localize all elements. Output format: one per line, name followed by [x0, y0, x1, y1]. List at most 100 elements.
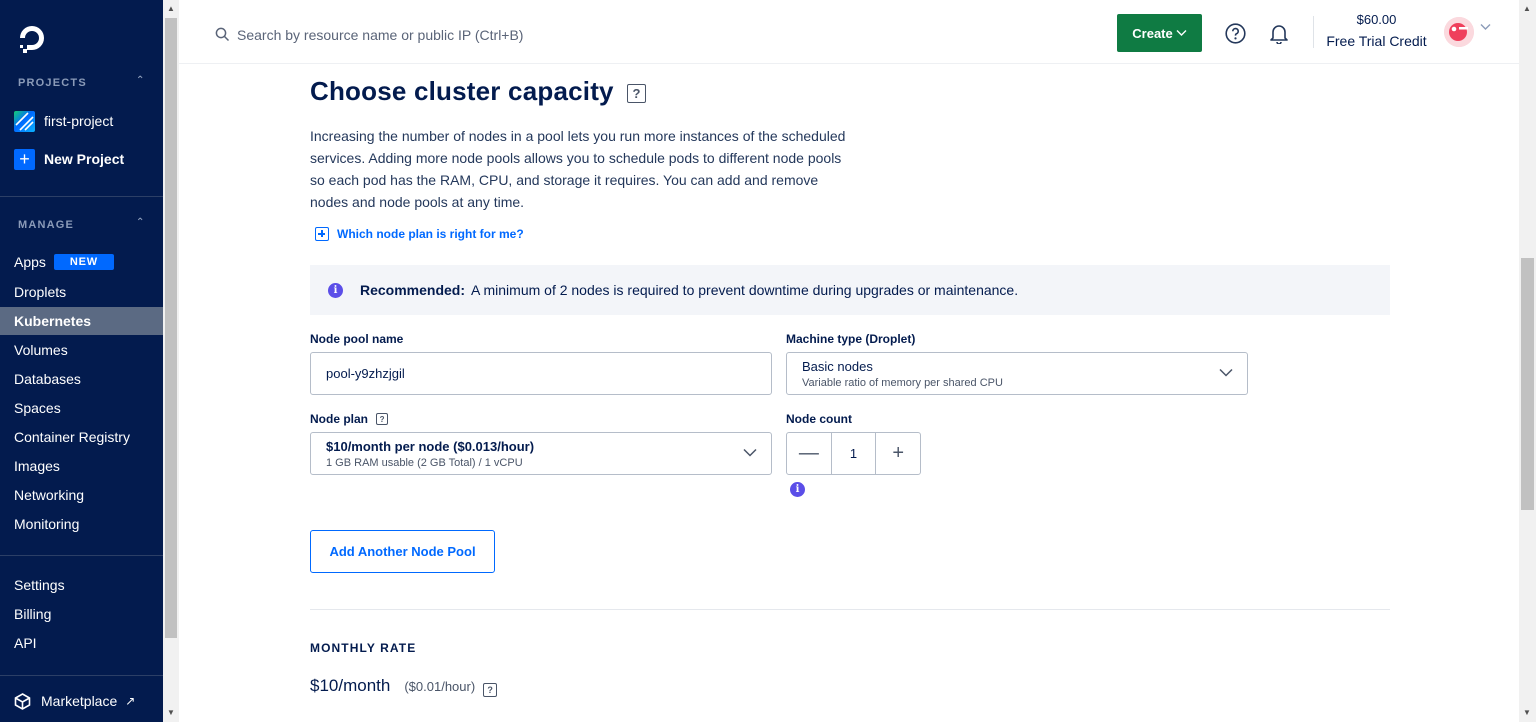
project-label: first-project	[44, 113, 114, 129]
sidebar-item-apps[interactable]: Apps NEW	[0, 248, 163, 276]
scroll-up-arrow-icon[interactable]: ▲	[167, 4, 175, 13]
sidebar-item-api[interactable]: API	[0, 629, 163, 657]
machine-type-subtext: Variable ratio of memory per shared CPU	[802, 377, 1003, 389]
marketplace-cube-icon	[14, 692, 31, 710]
info-icon[interactable]: i	[790, 482, 805, 497]
node-plan-label-group: Node plan ?	[310, 412, 389, 426]
sidebar-item-networking[interactable]: Networking	[0, 481, 163, 509]
which-plan-link[interactable]: Which node plan is right for me?	[315, 227, 524, 241]
create-label: Create	[1132, 25, 1173, 41]
sidebar-item-droplets[interactable]: Droplets	[0, 278, 163, 306]
sidebar-item-label: Monitoring	[14, 516, 80, 532]
help-tooltip-icon[interactable]: ?	[627, 84, 646, 103]
node-plan-value: $10/month per node ($0.013/hour)	[326, 439, 535, 454]
node-plan-select[interactable]: $10/month per node ($0.013/hour) 1 GB RA…	[310, 432, 772, 475]
sidebar-item-label: Spaces	[14, 400, 61, 416]
sidebar-item-label: Kubernetes	[14, 313, 92, 329]
expand-plus-icon	[315, 227, 329, 241]
sidebar-item-label: API	[14, 635, 37, 651]
avatar[interactable]	[1444, 17, 1474, 47]
search-icon	[215, 27, 230, 42]
chevron-up-icon[interactable]: ⌃	[136, 217, 146, 228]
sidebar-item-label: Images	[14, 458, 60, 474]
node-plan-subtext: 1 GB RAM usable (2 GB Total) / 1 vCPU	[326, 457, 523, 469]
node-count-value[interactable]: 1	[830, 433, 877, 474]
sidebar-item-label: Apps	[14, 254, 46, 270]
machine-type-label: Machine type (Droplet)	[786, 332, 916, 346]
which-plan-link-label: Which node plan is right for me?	[337, 227, 524, 241]
avatar-image	[1444, 17, 1474, 47]
sidebar-item-billing[interactable]: Billing	[0, 600, 163, 628]
scroll-up-arrow-icon[interactable]: ▲	[1523, 4, 1531, 13]
machine-type-select[interactable]: Basic nodes Variable ratio of memory per…	[786, 352, 1248, 395]
credit-amount: $60.00	[1356, 12, 1397, 27]
help-icon[interactable]	[1225, 23, 1246, 44]
chevron-up-icon[interactable]: ⌃	[136, 75, 146, 86]
project-stripes-icon	[14, 110, 35, 132]
projects-heading[interactable]: PROJECTS ⌃	[18, 75, 144, 89]
chevron-down-icon	[743, 448, 757, 457]
sidebar-item-label: Container Registry	[14, 429, 130, 445]
manage-heading[interactable]: MANAGE ⌃	[18, 217, 144, 231]
recommended-text: A minimum of 2 nodes is required to prev…	[471, 282, 1019, 298]
monthly-rate-value: $10/month	[310, 676, 391, 695]
capacity-description: Increasing the number of nodes in a pool…	[310, 128, 846, 210]
sidebar-item-databases[interactable]: Databases	[0, 365, 163, 393]
sidebar-item-label: Droplets	[14, 284, 67, 300]
page-scrollbar[interactable]: ▲ ▼	[1519, 0, 1536, 722]
help-tooltip-icon[interactable]: ?	[376, 413, 389, 425]
header-divider	[1313, 16, 1314, 48]
scrollbar-thumb[interactable]	[165, 18, 177, 638]
scroll-down-arrow-icon[interactable]: ▼	[167, 708, 175, 717]
help-tooltip-icon[interactable]: ?	[483, 683, 498, 697]
new-project-button[interactable]: + New Project	[14, 147, 124, 171]
recommendation-banner: i Recommended: A minimum of 2 nodes is r…	[310, 265, 1390, 315]
main-content: Choose cluster capacity ? Increasing the…	[179, 64, 1519, 722]
plus-icon: +	[14, 148, 35, 170]
create-button[interactable]: Create	[1117, 14, 1202, 52]
sidebar-divider	[0, 196, 163, 197]
sidebar-item-settings[interactable]: Settings	[0, 571, 163, 599]
sidebar-item-images[interactable]: Images	[0, 452, 163, 480]
monthly-rate: $10/month ($0.01/hour) ?	[310, 676, 498, 697]
node-pool-name-input[interactable]	[310, 352, 772, 395]
sidebar-scrollbar[interactable]: ▲ ▼	[163, 0, 179, 722]
sidebar-item-container-registry[interactable]: Container Registry	[0, 423, 163, 451]
sidebar-divider	[0, 675, 163, 676]
chevron-down-icon[interactable]	[1480, 23, 1491, 31]
machine-type-value: Basic nodes	[802, 359, 873, 374]
sidebar: PROJECTS ⌃ first-project + New Project M…	[0, 0, 163, 722]
sidebar-item-label: Settings	[14, 577, 65, 593]
digitalocean-logo-icon[interactable]	[16, 22, 48, 54]
chevron-down-icon	[1176, 30, 1187, 36]
chevron-down-icon	[1219, 368, 1233, 377]
credit-label: Free Trial Credit	[1326, 33, 1427, 49]
manage-heading-label: MANAGE	[18, 219, 75, 231]
page-title: Choose cluster capacity	[310, 76, 614, 106]
node-count-stepper: — 1 +	[786, 432, 921, 475]
monthly-rate-heading: MONTHLY RATE	[310, 641, 417, 655]
sidebar-item-label: Databases	[14, 371, 81, 387]
new-badge: NEW	[53, 254, 114, 270]
decrement-button[interactable]: —	[787, 433, 831, 474]
sidebar-item-label: Volumes	[14, 342, 68, 358]
scroll-down-arrow-icon[interactable]: ▼	[1523, 708, 1531, 717]
sidebar-item-marketplace[interactable]: Marketplace ↗	[0, 687, 163, 715]
add-node-pool-button[interactable]: Add Another Node Pool	[310, 530, 495, 573]
section-divider	[310, 609, 1390, 610]
external-link-icon: ↗	[125, 694, 136, 708]
sidebar-item-volumes[interactable]: Volumes	[0, 336, 163, 364]
top-header: Create $60.00 Free Trial Credit	[179, 0, 1519, 64]
sidebar-item-spaces[interactable]: Spaces	[0, 394, 163, 422]
node-pool-name-label: Node pool name	[310, 332, 404, 346]
notification-bell-icon[interactable]	[1269, 23, 1289, 44]
sidebar-item-first-project[interactable]: first-project	[14, 109, 113, 133]
search-input[interactable]	[237, 24, 637, 46]
sidebar-item-kubernetes[interactable]: Kubernetes	[0, 307, 163, 335]
sidebar-item-label: Billing	[14, 606, 52, 622]
node-count-label: Node count	[786, 412, 852, 426]
scrollbar-thumb[interactable]	[1521, 258, 1534, 510]
sidebar-item-monitoring[interactable]: Monitoring	[0, 510, 163, 538]
increment-button[interactable]: +	[876, 433, 920, 474]
hourly-rate-value: ($0.01/hour)	[404, 679, 476, 694]
